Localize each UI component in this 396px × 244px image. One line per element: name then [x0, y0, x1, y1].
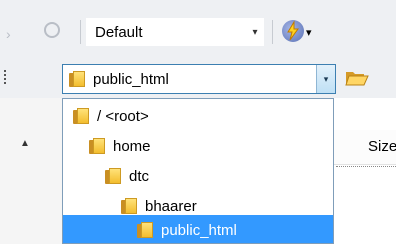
- list-item[interactable]: dtc: [63, 161, 333, 191]
- folder-icon: [121, 198, 139, 214]
- left-pane: [0, 98, 63, 244]
- action-dropdown-arrow[interactable]: ▾: [306, 26, 312, 39]
- lightning-icon[interactable]: [282, 20, 304, 42]
- profile-dropdown[interactable]: Default ▾: [86, 18, 264, 46]
- column-header-divider: [336, 166, 396, 167]
- list-item-label: public_html: [161, 221, 237, 239]
- folder-icon: [89, 138, 107, 154]
- folder-icon: [73, 108, 91, 124]
- folder-icon: [105, 168, 123, 184]
- scroll-up-icon[interactable]: ▲: [20, 138, 30, 149]
- list-item-selected[interactable]: public_html: [63, 215, 333, 243]
- tree-view-icon[interactable]: [4, 70, 18, 84]
- toolbar-separator: [80, 20, 81, 44]
- list-item-label: / <root>: [97, 107, 149, 125]
- list-item[interactable]: / <root>: [63, 101, 333, 131]
- folder-icon: [69, 71, 87, 87]
- size-column-header[interactable]: Size: [368, 138, 396, 155]
- list-item-label: bhaarer: [145, 197, 197, 215]
- list-item[interactable]: home: [63, 131, 333, 161]
- folder-icon: [137, 222, 155, 238]
- address-combobox[interactable]: public_html ▾: [62, 64, 336, 94]
- folder-dropdown-list: / <root> home dtc bhaarer public_html: [62, 98, 334, 244]
- list-item-label: dtc: [129, 167, 150, 185]
- address-dropdown-button[interactable]: ▾: [316, 65, 335, 93]
- list-item-label: home: [113, 137, 151, 155]
- toolbar-separator-2: [272, 20, 273, 44]
- address-path: public_html: [93, 71, 169, 88]
- chevron-down-icon: ▾: [323, 73, 329, 84]
- open-folder-icon[interactable]: [344, 68, 370, 88]
- refresh-icon[interactable]: [44, 22, 60, 38]
- forward-icon[interactable]: ›: [6, 26, 11, 42]
- chevron-down-icon: ▾: [252, 26, 258, 38]
- profile-value: Default: [95, 23, 143, 41]
